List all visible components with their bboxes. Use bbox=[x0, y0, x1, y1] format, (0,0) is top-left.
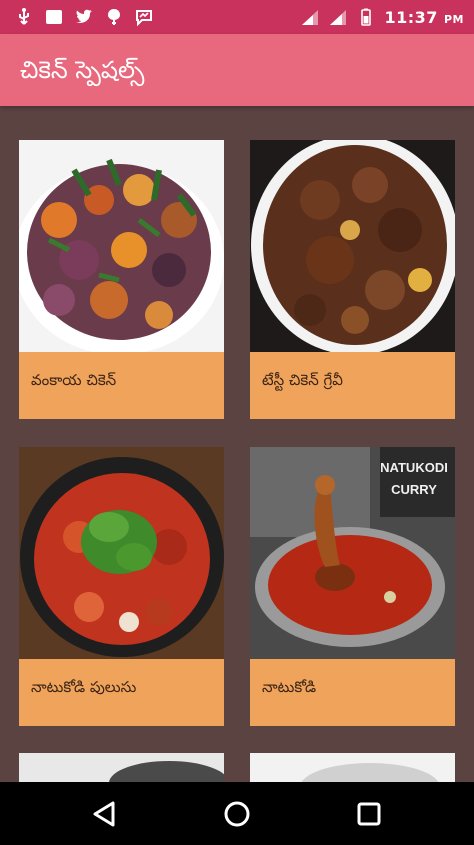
recipe-card[interactable]: నాటుకోడి పులుసు bbox=[19, 447, 224, 726]
recipe-title[interactable]: నాటుకోడి bbox=[250, 659, 455, 726]
notification-square-icon bbox=[44, 7, 64, 27]
chat-icon bbox=[134, 7, 154, 27]
recents-icon[interactable] bbox=[352, 797, 386, 831]
back-icon[interactable] bbox=[89, 797, 123, 831]
balloon-icon bbox=[104, 7, 124, 27]
usb-icon bbox=[14, 7, 34, 27]
recipe-title[interactable]: నాటుకోడి పులుసు bbox=[19, 659, 224, 726]
recipe-card-partial[interactable] bbox=[19, 753, 224, 782]
recipe-card[interactable]: వంకాయ చికెన్ bbox=[19, 140, 224, 419]
status-bar: 11:37 PM bbox=[0, 0, 474, 34]
recipe-card-partial[interactable] bbox=[250, 753, 455, 782]
back-button[interactable] bbox=[89, 797, 123, 831]
recipe-image[interactable] bbox=[19, 447, 224, 659]
signal-icon bbox=[300, 7, 320, 27]
recipe-title[interactable]: వంకాయ చికెన్ bbox=[19, 352, 224, 419]
recipe-image[interactable]: NATUKODI CURRY bbox=[250, 447, 455, 659]
navigation-bar bbox=[0, 782, 474, 845]
twitter-icon bbox=[74, 7, 94, 27]
recipe-card[interactable]: NATUKODI CURRY నాటుకోడి bbox=[250, 447, 455, 726]
image-caption-text: NATUKODI CURRY bbox=[380, 460, 448, 497]
page-title: చికెన్ స్పెషల్స్ bbox=[20, 56, 145, 84]
recipe-image[interactable] bbox=[250, 140, 455, 352]
battery-icon bbox=[356, 7, 376, 27]
recipe-title[interactable]: టేస్టీ చికెన్ గ్రేవీ bbox=[250, 352, 455, 419]
home-icon[interactable] bbox=[220, 797, 254, 831]
signal-icon bbox=[328, 7, 348, 27]
status-notification-icons bbox=[14, 6, 154, 28]
recents-button[interactable] bbox=[352, 797, 386, 831]
status-clock: 11:37 PM bbox=[384, 7, 464, 27]
recipe-grid[interactable]: వంకాయ చికెన్ టేస్టీ చికెన్ గ్రేవీ నాటుకో… bbox=[0, 106, 474, 782]
status-system-icons: 11:37 PM bbox=[300, 6, 464, 28]
recipe-image[interactable] bbox=[19, 140, 224, 352]
home-button[interactable] bbox=[220, 797, 254, 831]
app-bar: చికెన్ స్పెషల్స్ bbox=[0, 34, 474, 106]
recipe-card[interactable]: టేస్టీ చికెన్ గ్రేవీ bbox=[250, 140, 455, 419]
